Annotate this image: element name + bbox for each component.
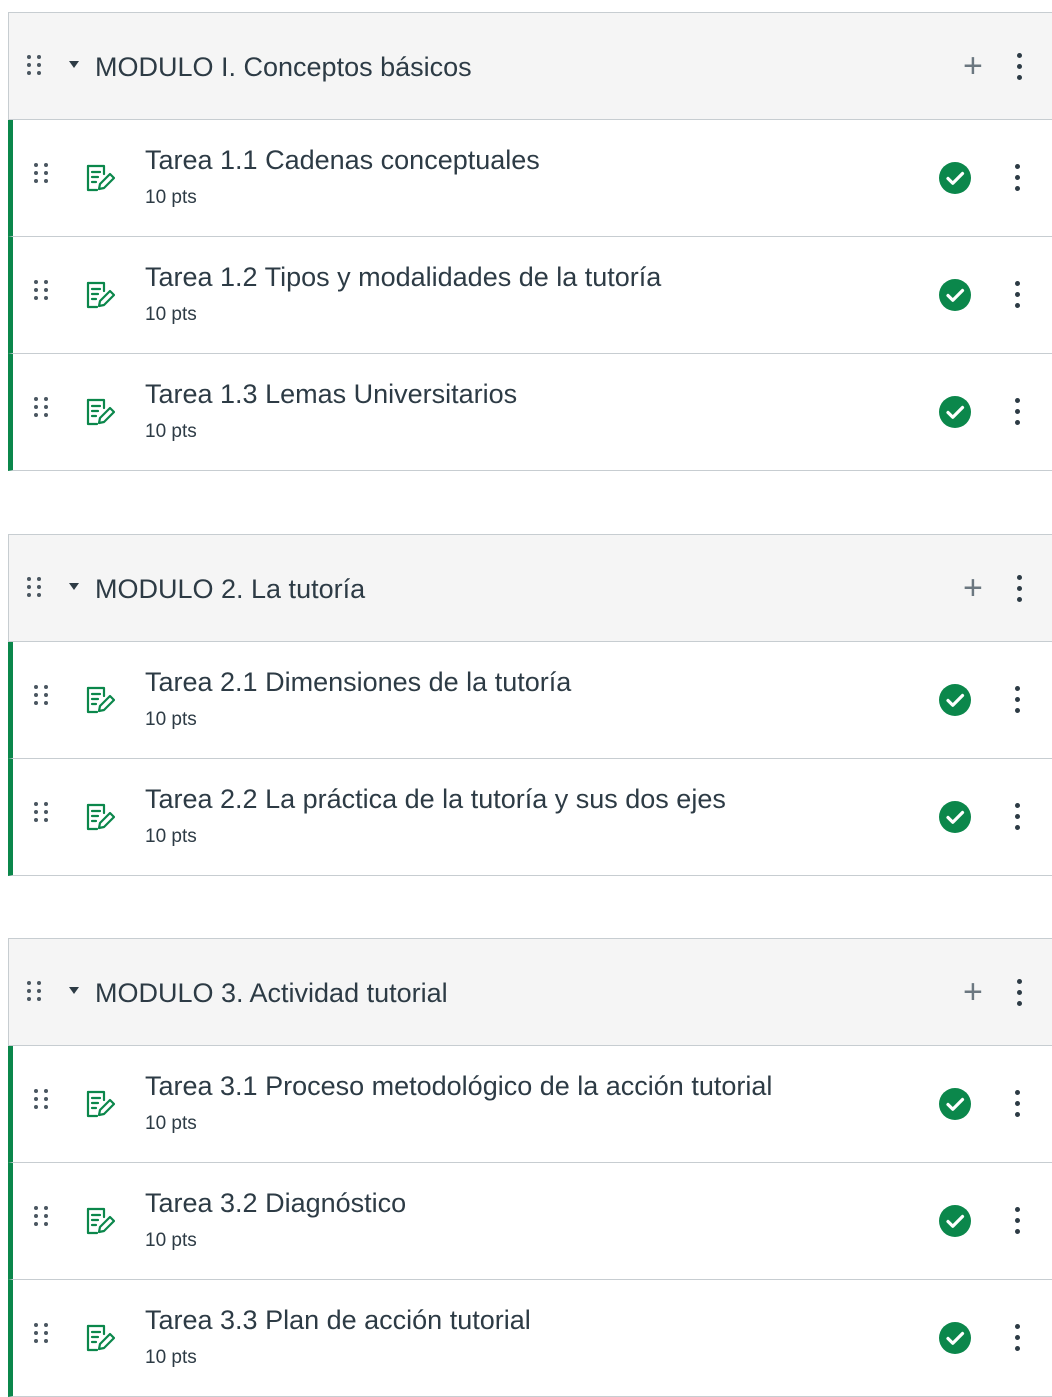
drag-handle-icon[interactable]	[27, 981, 43, 1001]
module-item[interactable]: Tarea 1.1 Cadenas conceptuales 10 pts	[8, 120, 1052, 237]
item-points: 10 pts	[145, 826, 197, 847]
item-points: 10 pts	[145, 421, 197, 442]
check-circle-icon	[939, 162, 971, 194]
kebab-menu-icon[interactable]	[1015, 281, 1021, 308]
module-title: MODULO I. Conceptos básicos	[95, 52, 472, 82]
module-item[interactable]: Tarea 2.1 Dimensiones de la tutoría 10 pt…	[8, 642, 1052, 759]
assignment-icon	[83, 1322, 116, 1354]
drag-handle-icon[interactable]	[34, 1089, 50, 1109]
caret-down-icon[interactable]	[69, 61, 79, 68]
module-item[interactable]: Tarea 1.2 Tipos y modalidades de la tuto…	[8, 237, 1052, 354]
module: MODULO 3. Actividad tutorial + Tarea 3.1 P…	[8, 938, 1052, 1397]
item-title-link[interactable]: Tarea 1.3 Lemas Universitarios	[145, 376, 517, 412]
drag-handle-icon[interactable]	[27, 577, 43, 597]
kebab-menu-icon[interactable]	[1015, 686, 1021, 713]
assignment-icon	[83, 396, 116, 428]
check-circle-icon	[939, 279, 971, 311]
drag-handle-icon[interactable]	[34, 280, 50, 300]
add-item-button[interactable]: +	[963, 568, 983, 608]
module-item[interactable]: Tarea 2.2 La práctica de la tutoría y su…	[8, 759, 1052, 876]
item-points: 10 pts	[145, 1347, 197, 1368]
assignment-icon	[83, 162, 116, 194]
module-item[interactable]: Tarea 1.3 Lemas Universitarios 10 pts	[8, 354, 1052, 471]
module: MODULO I. Conceptos básicos + Tarea 1.1 Ca…	[8, 12, 1052, 471]
caret-down-icon[interactable]	[69, 583, 79, 590]
module: MODULO 2. La tutoría + Tarea 2.1 Dimension…	[8, 534, 1052, 876]
drag-handle-icon[interactable]	[34, 802, 50, 822]
check-circle-icon	[939, 1088, 971, 1120]
caret-down-icon[interactable]	[69, 987, 79, 994]
add-item-button[interactable]: +	[963, 972, 983, 1012]
assignment-icon	[83, 279, 116, 311]
item-title-link[interactable]: Tarea 3.2 Diagnóstico	[145, 1185, 406, 1221]
check-circle-icon	[939, 1205, 971, 1237]
check-circle-icon	[939, 396, 971, 428]
check-circle-icon	[939, 801, 971, 833]
drag-handle-icon[interactable]	[34, 397, 50, 417]
module-header[interactable]: MODULO I. Conceptos básicos +	[8, 12, 1052, 120]
item-title-link[interactable]: Tarea 2.1 Dimensiones de la tutoría	[145, 664, 571, 700]
item-points: 10 pts	[145, 187, 197, 208]
check-circle-icon	[939, 1322, 971, 1354]
module-title: MODULO 2. La tutoría	[95, 574, 366, 604]
drag-handle-icon[interactable]	[27, 55, 43, 75]
drag-handle-icon[interactable]	[34, 163, 50, 183]
kebab-menu-icon[interactable]	[1015, 803, 1021, 830]
kebab-menu-icon[interactable]	[1015, 1090, 1021, 1117]
module-item[interactable]: Tarea 3.2 Diagnóstico 10 pts	[8, 1163, 1052, 1280]
item-points: 10 pts	[145, 1230, 197, 1251]
kebab-menu-icon[interactable]	[1015, 398, 1021, 425]
kebab-menu-icon[interactable]	[1015, 1207, 1021, 1234]
item-title-link[interactable]: Tarea 3.3 Plan de acción tutorial	[145, 1302, 531, 1338]
drag-handle-icon[interactable]	[34, 685, 50, 705]
add-item-button[interactable]: +	[963, 46, 983, 86]
module-item[interactable]: Tarea 3.3 Plan de acción tutorial 10 pts	[8, 1280, 1052, 1397]
kebab-menu-icon[interactable]	[1017, 575, 1023, 602]
assignment-icon	[83, 1205, 116, 1237]
drag-handle-icon[interactable]	[34, 1323, 50, 1343]
module-header[interactable]: MODULO 2. La tutoría +	[8, 534, 1052, 642]
kebab-menu-icon[interactable]	[1017, 979, 1023, 1006]
module-header[interactable]: MODULO 3. Actividad tutorial +	[8, 938, 1052, 1046]
assignment-icon	[83, 801, 116, 833]
item-title-link[interactable]: Tarea 1.2 Tipos y modalidades de la tuto…	[145, 259, 661, 295]
module-title: MODULO 3. Actividad tutorial	[95, 978, 448, 1008]
item-points: 10 pts	[145, 1113, 197, 1134]
item-title-link[interactable]: Tarea 2.2 La práctica de la tutoría y su…	[145, 781, 726, 817]
item-title-link[interactable]: Tarea 3.1 Proceso metodológico de la acc…	[145, 1068, 772, 1104]
assignment-icon	[83, 684, 116, 716]
assignment-icon	[83, 1088, 116, 1120]
check-circle-icon	[939, 684, 971, 716]
kebab-menu-icon[interactable]	[1015, 1324, 1021, 1351]
drag-handle-icon[interactable]	[34, 1206, 50, 1226]
item-title-link[interactable]: Tarea 1.1 Cadenas conceptuales	[145, 142, 540, 178]
module-item[interactable]: Tarea 3.1 Proceso metodológico de la acc…	[8, 1046, 1052, 1163]
item-points: 10 pts	[145, 709, 197, 730]
kebab-menu-icon[interactable]	[1015, 164, 1021, 191]
kebab-menu-icon[interactable]	[1017, 53, 1023, 80]
item-points: 10 pts	[145, 304, 197, 325]
